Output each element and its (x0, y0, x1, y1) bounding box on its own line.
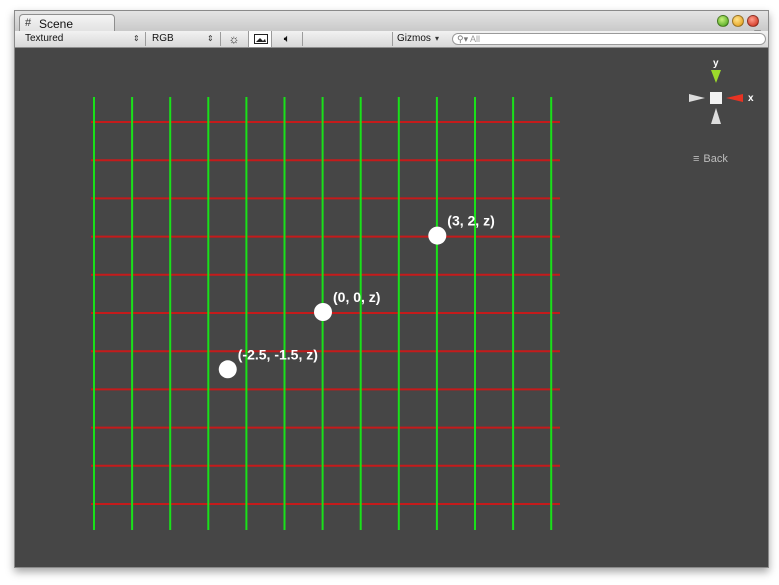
scene-image-toggle[interactable] (248, 31, 272, 47)
scene-point[interactable] (314, 303, 332, 321)
gizmo-center-cube[interactable] (710, 92, 722, 104)
view-mode-text: Back (703, 153, 728, 165)
scene-point[interactable] (218, 360, 237, 379)
search-placeholder: All (470, 34, 481, 44)
scene-canvas: (3, 2, z) (0, 0, z) (-2.5, -1.5, z) y x (91, 58, 754, 530)
updown-arrow-icon: ⇕ (207, 34, 214, 43)
gizmo-neg-x-cone[interactable] (689, 94, 705, 102)
color-mode-value: RGB (152, 33, 174, 44)
orientation-gizmo[interactable]: y x (689, 58, 754, 124)
render-mode-dropdown[interactable]: Textured ⇕ (15, 31, 142, 47)
audio-toggle[interactable]: 🔈︎ (275, 31, 299, 47)
scene-point-label: (-2.5, -1.5, z) (238, 346, 318, 362)
scene-point[interactable] (428, 226, 447, 245)
lighting-toggle[interactable]: ☼ (223, 31, 245, 47)
search-input[interactable]: ⚲▾ All (452, 33, 766, 45)
gizmos-label: Gizmos (397, 33, 431, 44)
dropdown-arrow-icon: ▾ (435, 34, 440, 43)
scene-window: # Scene ▾☰ Textured ⇕ RGB ⇕ ☼ 🔈︎ (14, 10, 769, 568)
sun-icon: ☼ (228, 32, 240, 46)
toolbar-divider (392, 32, 393, 46)
zoom-window-button[interactable] (717, 15, 729, 27)
speaker-icon: 🔈︎ (283, 33, 291, 45)
close-window-button[interactable] (747, 15, 759, 27)
gizmo-y-cone[interactable] (711, 70, 721, 83)
menu-lines-icon: ≡ (693, 153, 700, 165)
updown-arrow-icon: ⇕ (133, 34, 140, 43)
render-mode-value: Textured (25, 33, 64, 44)
color-mode-dropdown[interactable]: RGB ⇕ (147, 31, 217, 47)
scene-viewport[interactable]: (3, 2, z) (0, 0, z) (-2.5, -1.5, z) y x ≡ B… (15, 48, 768, 567)
scene-point-label: (0, 0, z) (333, 289, 380, 305)
minimize-window-button[interactable] (732, 15, 744, 27)
gizmo-x-cone[interactable] (726, 94, 743, 102)
toolbar-divider (302, 32, 303, 46)
toolbar-divider (220, 32, 221, 46)
grid-icon: # (25, 17, 32, 29)
gizmos-dropdown[interactable]: Gizmos ▾ (393, 31, 446, 47)
tab-scene-label: Scene (39, 17, 74, 31)
scene-toolbar: Textured ⇕ RGB ⇕ ☼ 🔈︎ Gizmos ▾ ⚲▾ All (15, 31, 768, 48)
search-icon: ⚲▾ (457, 34, 469, 44)
gizmo-neg-y-cone[interactable] (711, 108, 721, 124)
view-mode-label[interactable]: ≡ Back (693, 153, 728, 165)
title-bar: # Scene ▾☰ (15, 11, 768, 39)
toolbar-divider (145, 32, 146, 46)
scene-point-label: (3, 2, z) (447, 213, 494, 229)
gizmo-y-label: y (713, 58, 719, 69)
gizmo-x-label: x (748, 93, 754, 104)
image-icon (254, 34, 268, 44)
